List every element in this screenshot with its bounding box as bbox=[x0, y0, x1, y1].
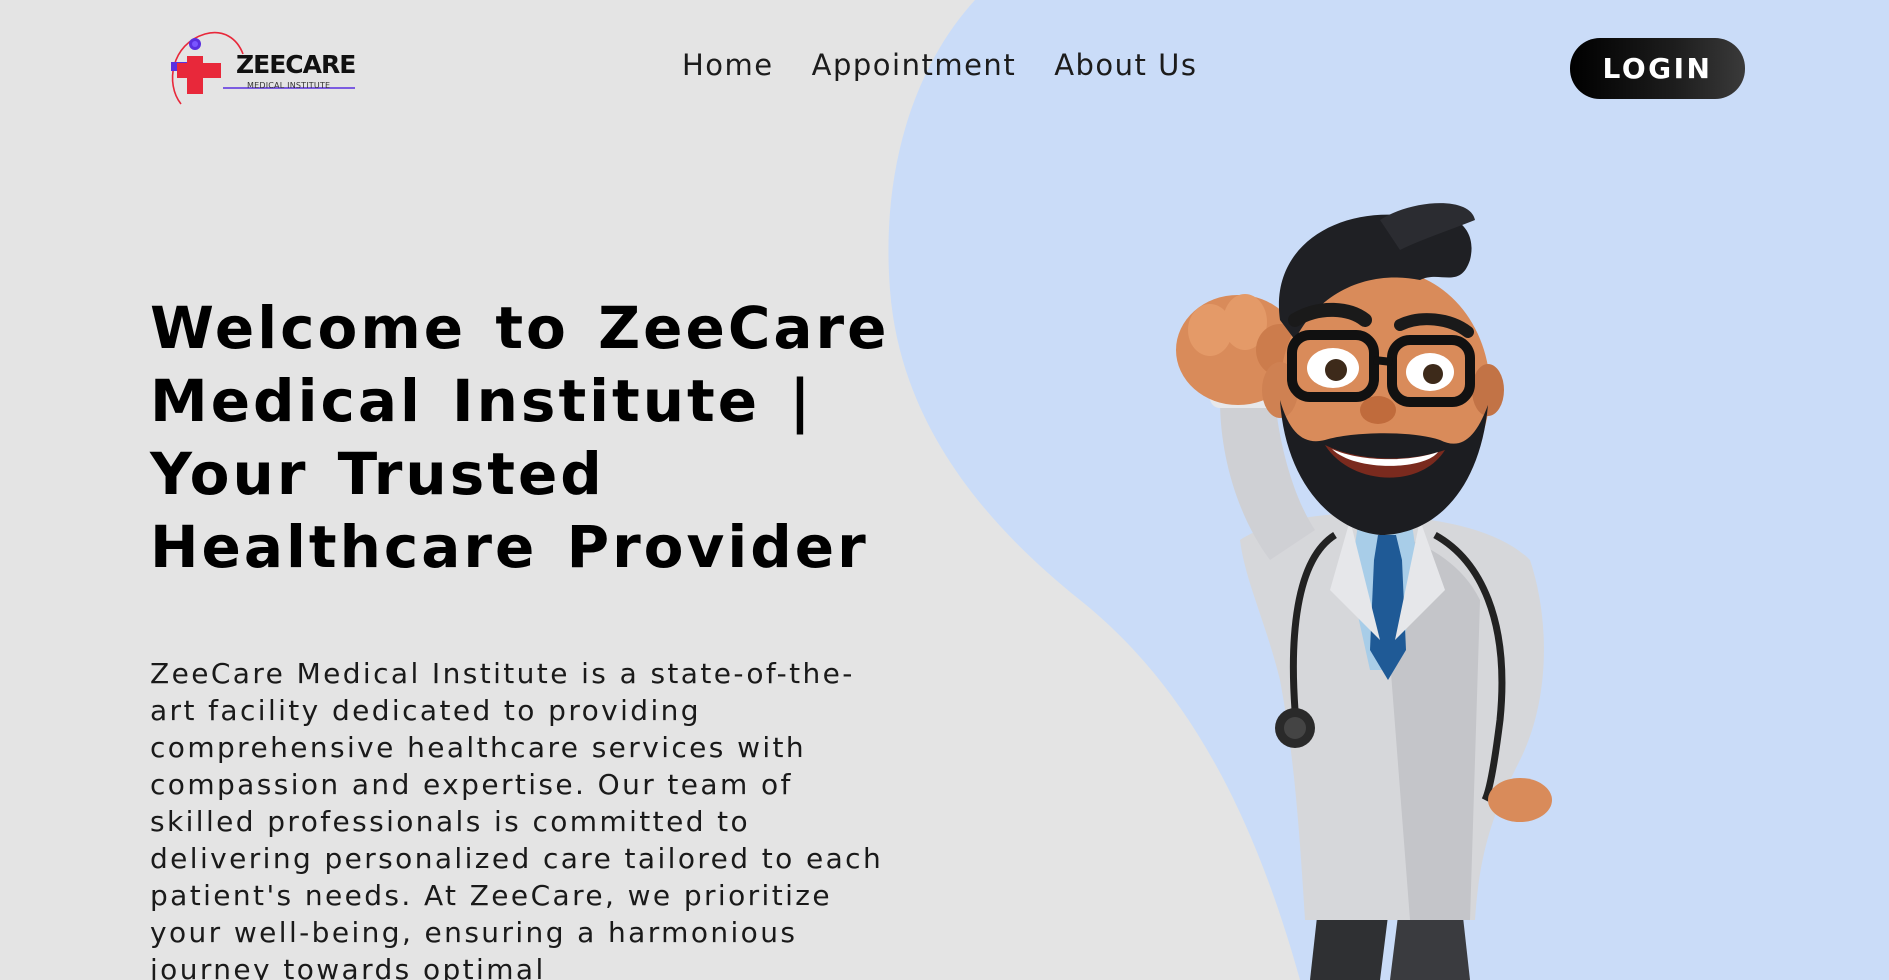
brand-logo[interactable]: ZEECARE MEDICAL INSTITUTE bbox=[165, 26, 365, 110]
landing-page: ZEECARE MEDICAL INSTITUTE Home Appointme… bbox=[0, 0, 1889, 980]
navbar: ZEECARE MEDICAL INSTITUTE Home Appointme… bbox=[0, 0, 1889, 140]
nav-link-home[interactable]: Home bbox=[682, 48, 774, 82]
login-button[interactable]: LOGIN bbox=[1570, 38, 1745, 99]
nav-links: Home Appointment About Us bbox=[682, 48, 1197, 82]
hero-description: ZeeCare Medical Institute is a state-of-… bbox=[150, 657, 884, 980]
logo-text: ZEECARE bbox=[236, 50, 356, 79]
nav-link-about-us[interactable]: About Us bbox=[1054, 48, 1197, 82]
nav-link-appointment[interactable]: Appointment bbox=[812, 48, 1017, 82]
doctor-illustration-icon bbox=[1176, 203, 1552, 980]
hero-title: Welcome to ZeeCare Medical Institute | Y… bbox=[150, 294, 890, 581]
logo-subtext: MEDICAL INSTITUTE bbox=[247, 81, 331, 90]
